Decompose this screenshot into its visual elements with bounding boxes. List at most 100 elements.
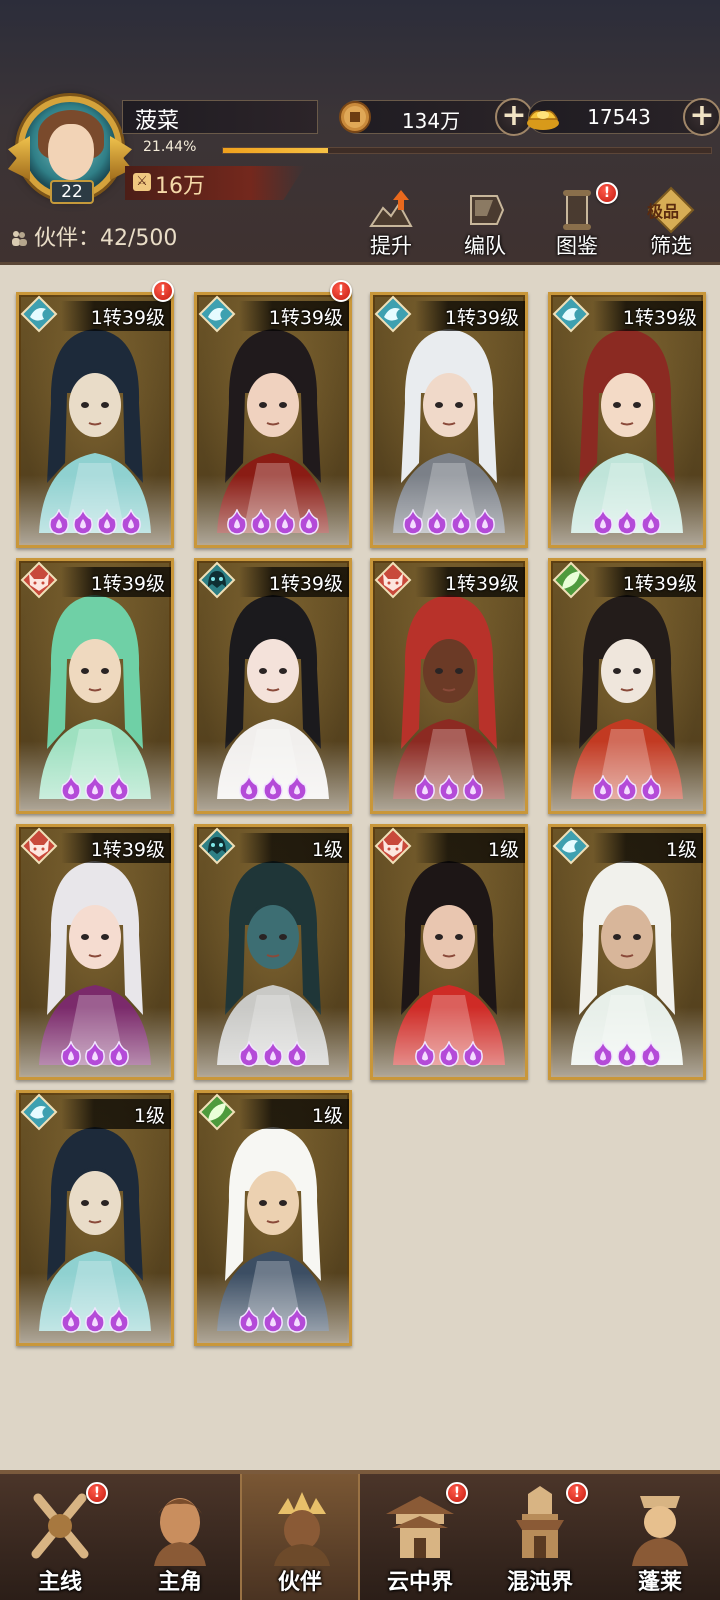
partner-card[interactable]: 1转39级	[370, 558, 528, 814]
partner-card[interactable]: 1转39级	[16, 292, 174, 548]
filter-label: 筛选	[650, 234, 692, 258]
partner-card[interactable]: 1转39级	[370, 292, 528, 548]
ghost-element-icon	[198, 561, 236, 599]
bottom-nav: 主线! 主角 伙伴 云中界! 混沌界! 蓬莱	[0, 1470, 720, 1600]
partner-card[interactable]: 1转39级	[16, 558, 174, 814]
upgrade-icon	[369, 190, 413, 227]
partner-card[interactable]: 1级	[370, 824, 528, 1080]
star-flames	[197, 1041, 349, 1071]
star-flames	[19, 775, 171, 805]
partner-level: 1转39级	[268, 573, 343, 595]
partner-level: 1转39级	[90, 839, 165, 861]
combat-power: ⚔ 16万	[125, 166, 305, 200]
nav-item-hero[interactable]: 主角	[120, 1474, 240, 1600]
player-name: 菠菜	[135, 109, 180, 134]
nav-label: 混沌界	[506, 1570, 573, 1595]
partner-level: 1级	[665, 839, 697, 861]
partner-card[interactable]: 1转39级	[16, 824, 174, 1080]
player-level-badge: 22	[50, 180, 94, 204]
hero-icon	[142, 1484, 218, 1566]
wind-element-icon	[20, 295, 58, 333]
partner-level: 1级	[133, 1105, 165, 1127]
combat-power-value: 16万	[155, 174, 205, 199]
codex-button[interactable]: 图鉴 !	[542, 182, 618, 260]
nav-alert-badge: !	[566, 1482, 588, 1504]
fox-element-icon	[20, 561, 58, 599]
codex-label: 图鉴	[556, 234, 598, 258]
star-flames	[19, 1307, 171, 1337]
partner-level: 1转39级	[268, 307, 343, 329]
partner-count-text: 伙伴：42/500	[34, 226, 178, 251]
partners-icon	[12, 231, 27, 246]
nav-alert-badge: !	[86, 1482, 108, 1504]
fox-element-icon	[374, 827, 412, 865]
star-flames	[551, 1041, 703, 1071]
star-flames	[551, 509, 703, 539]
star-flames	[373, 509, 525, 539]
wind-element-icon	[552, 827, 590, 865]
player-avatar[interactable]: 22	[8, 96, 130, 206]
partner-level: 1级	[311, 839, 343, 861]
star-flames	[19, 1041, 171, 1071]
star-flames	[197, 775, 349, 805]
formation-button[interactable]: 编队	[450, 186, 520, 260]
partner-count: 伙伴：42/500	[10, 220, 177, 252]
nav-item-chaos-realm[interactable]: 混沌界!	[480, 1474, 600, 1600]
partner-icon	[264, 1484, 340, 1566]
gold-amount: 17543	[587, 105, 651, 129]
top-header: 22 菠菜 21.44% ⚔ 16万 134万 + 17543 + 伙伴：42/…	[0, 0, 720, 265]
coin-amount: 134万	[401, 109, 461, 133]
nav-item-main-quest[interactable]: 主线!	[0, 1474, 120, 1600]
nav-item-penglai[interactable]: 蓬莱	[600, 1474, 720, 1600]
card-alert-badge: !	[152, 280, 174, 302]
nav-label: 主角	[157, 1570, 202, 1595]
star-flames	[373, 1041, 525, 1071]
formation-label: 编队	[464, 234, 506, 258]
partner-level: 1转39级	[90, 307, 165, 329]
gold-currency: 17543 +	[527, 98, 720, 136]
coin-currency: 134万 +	[339, 98, 533, 136]
leaf-element-icon	[552, 561, 590, 599]
nav-label: 主线	[37, 1570, 82, 1595]
star-flames	[19, 509, 171, 539]
partner-card[interactable]: 1转39级	[548, 558, 706, 814]
fox-element-icon	[20, 827, 58, 865]
partner-level: 1转39级	[622, 573, 697, 595]
partner-card[interactable]: 1级	[16, 1090, 174, 1346]
nav-alert-badge: !	[446, 1482, 468, 1504]
star-flames	[373, 775, 525, 805]
upgrade-button[interactable]: 提升	[356, 186, 426, 260]
wind-element-icon	[20, 1093, 58, 1131]
filter-button[interactable]: 极品 筛选	[636, 186, 706, 260]
exp-percent: 21.44%	[143, 139, 197, 155]
star-flames	[551, 775, 703, 805]
penglai-icon	[622, 1484, 698, 1566]
wind-element-icon	[552, 295, 590, 333]
nav-label: 伙伴	[277, 1570, 322, 1595]
partner-level: 1级	[311, 1105, 343, 1127]
partner-card[interactable]: 1转39级	[194, 292, 352, 548]
combat-power-icon: ⚔	[133, 173, 151, 191]
upgrade-label: 提升	[370, 234, 412, 258]
avatar-wing-left-icon	[8, 136, 30, 180]
partner-level: 1转39级	[444, 573, 519, 595]
partner-card[interactable]: 1级	[194, 1090, 352, 1346]
exp-bar	[222, 147, 712, 154]
nav-item-partner[interactable]: 伙伴	[240, 1474, 360, 1600]
nav-item-cloud-realm[interactable]: 云中界!	[360, 1474, 480, 1600]
partner-level: 1转39级	[622, 307, 697, 329]
leaf-element-icon	[198, 1093, 236, 1131]
partner-card[interactable]: 1转39级	[548, 292, 706, 548]
star-flames	[197, 509, 349, 539]
nav-label: 云中界	[386, 1570, 453, 1595]
partner-card[interactable]: 1转39级	[194, 558, 352, 814]
filter-badge-text: 极品	[647, 202, 680, 221]
ghost-element-icon	[198, 827, 236, 865]
add-gold-button[interactable]: +	[683, 98, 720, 136]
nav-label: 蓬莱	[637, 1570, 682, 1595]
partner-card[interactable]: 1级	[194, 824, 352, 1080]
partner-level: 1转39级	[444, 307, 519, 329]
fox-element-icon	[374, 561, 412, 599]
partner-card[interactable]: 1级	[548, 824, 706, 1080]
exp-bar-fill	[223, 148, 328, 153]
